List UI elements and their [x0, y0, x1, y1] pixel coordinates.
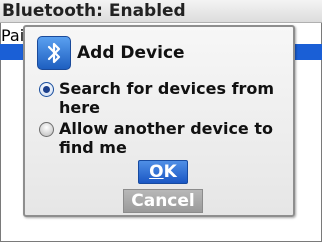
title-bar: Bluetooth: Enabled	[0, 0, 322, 23]
ok-button-label: K	[163, 162, 177, 182]
list-item-paired[interactable]: Pai	[1, 26, 24, 45]
option-allow-discovery[interactable]: Allow another device to find me	[37, 119, 293, 157]
option-group: Search for devices from here Allow anoth…	[37, 79, 293, 159]
radio-unselected-icon[interactable]	[39, 122, 54, 137]
bluetooth-icon	[37, 36, 71, 70]
dialog-header: Add Device	[37, 35, 185, 71]
radio-selected-icon[interactable]	[39, 82, 54, 97]
add-device-dialog: Add Device Search for devices from here …	[23, 25, 295, 217]
screen-title: Bluetooth: Enabled	[2, 1, 186, 21]
option-search-devices[interactable]: Search for devices from here	[37, 79, 293, 117]
dialog-title: Add Device	[77, 43, 185, 63]
ok-button[interactable]: OK	[138, 160, 188, 184]
ok-button-mnemonic: O	[149, 162, 164, 182]
cancel-button[interactable]: Cancel	[123, 189, 203, 213]
option-allow-label: Allow another device to find me	[59, 119, 273, 157]
option-search-label: Search for devices from here	[59, 79, 275, 117]
